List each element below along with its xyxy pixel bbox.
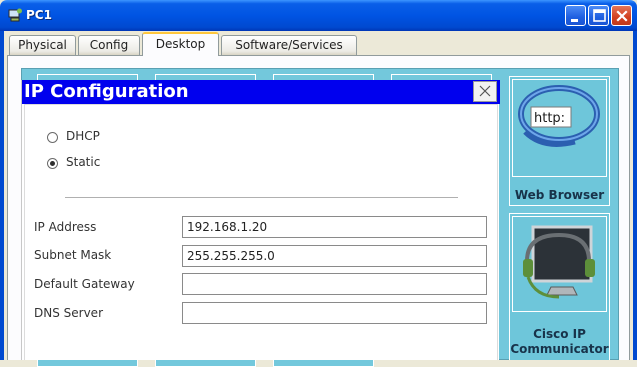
subnet-mask-label: Subnet Mask [34,248,112,262]
tab-desktop[interactable]: Desktop [142,32,219,56]
close-icon [616,10,628,22]
web-browser-tile[interactable]: http: Web Browser [509,76,610,206]
close-window-button[interactable] [611,5,632,26]
dialog-close-button[interactable] [473,81,497,102]
web-browser-icon-frame: http: [512,79,607,177]
dhcp-radio[interactable] [47,132,58,143]
ip-communicator-label: Cisco IP Communicator [510,327,609,356]
minimize-button[interactable] [565,5,586,26]
window-titlebar[interactable]: PC1 [0,0,637,31]
web-browser-label: Web Browser [514,188,605,202]
dialog-titlebar[interactable]: IP Configuration [22,80,500,104]
ip-communicator-icon [523,225,595,299]
default-gateway-input[interactable] [182,273,487,295]
subnet-mask-input[interactable] [182,245,487,267]
dialog-title: IP Configuration [24,81,189,102]
static-label[interactable]: Static [66,155,100,169]
dns-server-label: DNS Server [34,306,103,320]
dhcp-label[interactable]: DHCP [66,129,100,143]
ip-communicator-tile[interactable]: Cisco IP Communicator [509,213,610,360]
minimize-icon [571,19,578,22]
dns-server-input[interactable] [182,302,487,324]
maximize-button[interactable] [588,5,609,26]
ip-address-input[interactable] [182,216,487,238]
web-browser-icon: http: [518,85,600,147]
separator [65,197,458,198]
tab-config[interactable]: Config [78,35,140,55]
web-browser-icon-text: http: [534,111,565,126]
static-radio[interactable] [47,158,58,169]
window-title: PC1 [26,8,52,22]
close-icon [479,85,491,97]
ip-address-label: IP Address [34,220,97,234]
maximize-icon [593,9,606,22]
tab-physical[interactable]: Physical [9,35,76,55]
ip-communicator-icon-frame [512,216,607,312]
pc-icon [8,8,22,22]
default-gateway-label: Default Gateway [34,277,135,291]
tab-software-services[interactable]: Software/Services [221,35,357,55]
